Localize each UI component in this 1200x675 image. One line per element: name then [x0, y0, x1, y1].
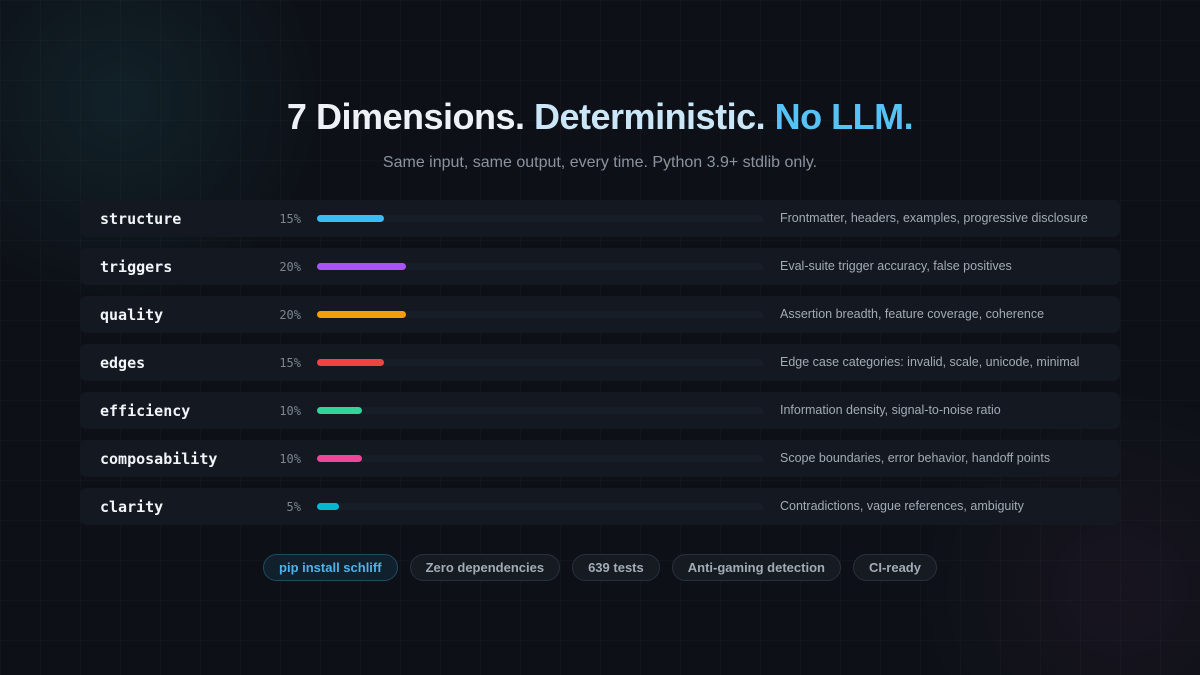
dimension-row: quality 20% Assertion breadth, feature c… [80, 296, 1120, 333]
weight-bar-fill [317, 215, 384, 222]
feature-pill: Anti-gaming detection [671, 554, 841, 581]
weight-bar-fill [317, 359, 384, 366]
dimension-row: edges 15% Edge case categories: invalid,… [80, 344, 1120, 381]
weight-bar-fill [317, 311, 407, 318]
dimension-description: Scope boundaries, error behavior, handof… [780, 451, 1051, 465]
weight-bar-track [317, 503, 763, 510]
dimension-weight: 10% [279, 452, 301, 466]
dimension-name: triggers [100, 258, 173, 276]
dimension-description: Frontmatter, headers, examples, progress… [780, 211, 1088, 225]
dimension-weight: 15% [279, 356, 301, 370]
dimension-row: structure 15% Frontmatter, headers, exam… [80, 200, 1120, 237]
dimension-row: clarity 5% Contradictions, vague referen… [80, 488, 1120, 525]
dimension-name: clarity [100, 498, 164, 516]
dimension-row: triggers 20% Eval-suite trigger accuracy… [80, 248, 1120, 285]
dimension-description: Edge case categories: invalid, scale, un… [780, 355, 1080, 369]
weight-bar-track [317, 407, 763, 414]
weight-bar-track [317, 359, 763, 366]
dimension-name: edges [100, 354, 146, 372]
dimension-name: quality [100, 306, 164, 324]
weight-bar-track [317, 215, 763, 222]
dimension-weight: 20% [279, 260, 301, 274]
title-part-1: 7 Dimensions. [286, 96, 525, 137]
dimension-weight: 10% [279, 404, 301, 418]
dimension-weight: 15% [279, 212, 301, 226]
dimension-description: Assertion breadth, feature coverage, coh… [780, 307, 1045, 321]
dimension-row: composability 10% Scope boundaries, erro… [80, 440, 1120, 477]
feature-pill: CI-ready [852, 554, 937, 581]
dimension-description: Information density, signal-to-noise rat… [780, 403, 1001, 417]
weight-bar-track [317, 263, 763, 270]
subtitle: Same input, same output, every time. Pyt… [382, 154, 818, 171]
dimension-row: efficiency 10% Information density, sign… [80, 392, 1120, 429]
weight-bar-track [317, 311, 763, 318]
dimension-weight: 5% [286, 500, 301, 514]
dimensions-list: structure 15% Frontmatter, headers, exam… [80, 200, 1120, 536]
dimension-description: Eval-suite trigger accuracy, false posit… [780, 259, 1012, 273]
dimension-name: efficiency [100, 402, 191, 420]
dimension-weight: 20% [279, 308, 301, 322]
weight-bar-fill [317, 503, 340, 510]
dimension-name: structure [100, 210, 182, 228]
feature-pill: 639 tests [572, 554, 660, 581]
weight-bar-track [317, 455, 763, 462]
dimension-name: composability [100, 450, 218, 468]
feature-pill: Zero dependencies [409, 554, 561, 581]
weight-bar-fill [317, 407, 362, 414]
weight-bar-fill [317, 455, 362, 462]
dimension-description: Contradictions, vague references, ambigu… [780, 499, 1024, 513]
install-command-pill[interactable]: pip install schliff [263, 554, 398, 581]
title-part-2: Deterministic. [534, 96, 766, 137]
page-title: 7 Dimensions. Deterministic. No LLM. [0, 96, 1200, 138]
feature-pills: pip install schliff Zero dependencies 639 … [0, 554, 1200, 581]
title-part-3: No LLM. [774, 96, 914, 137]
weight-bar-fill [317, 263, 407, 270]
